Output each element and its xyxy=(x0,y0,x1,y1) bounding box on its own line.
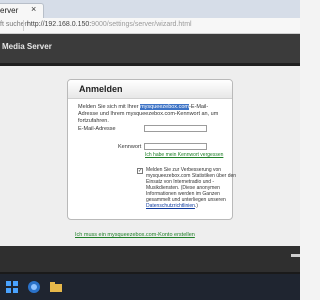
app-footer xyxy=(0,246,300,272)
footer-indicator xyxy=(291,254,300,257)
start-button-icon[interactable] xyxy=(4,279,20,295)
close-icon[interactable]: × xyxy=(31,4,36,14)
password-label: Kennwort xyxy=(118,144,142,150)
create-account-link[interactable]: Ich muss ein mysqueezebox.com-Konto erst… xyxy=(75,232,195,238)
address-bar-separator xyxy=(23,20,24,31)
browser-tab-title: erver xyxy=(0,6,19,15)
url-field[interactable]: http://192.168.0.150:9000/settings/serve… xyxy=(27,21,192,28)
browser-taskbar-icon[interactable] xyxy=(26,279,42,295)
password-field[interactable] xyxy=(144,143,207,150)
url-host: http://192.168.0.150: xyxy=(27,21,92,28)
consent-text: Melden Sie zur Verbesserung von mysqueez… xyxy=(146,167,238,209)
consent-checkbox[interactable]: ✓ xyxy=(137,168,143,174)
app-title: Media Server xyxy=(2,42,52,51)
consent-end: .) xyxy=(194,203,198,209)
intro-site-highlight: mysqueezebox.com xyxy=(140,104,189,110)
login-heading: Anmelden xyxy=(79,84,123,94)
intro-before: Melden Sie sich mit Ihrer xyxy=(78,104,141,110)
consent-body: Melden Sie zur Verbesserung von mysqueez… xyxy=(146,167,237,203)
search-box[interactable]: ft suchen xyxy=(0,21,28,28)
url-path: 9000/settings/server/wizard.html xyxy=(91,21,192,28)
login-intro-text: Melden Sie sich mit Ihrer mysqueezebox.c… xyxy=(78,104,228,125)
email-label: E-Mail-Adresse xyxy=(78,126,116,132)
forgot-password-link[interactable]: Ich habe mein Kennwort vergessen xyxy=(145,152,223,158)
folder-taskbar-icon[interactable] xyxy=(48,279,64,295)
browser-tab-bar xyxy=(0,0,300,18)
privacy-policy-link[interactable]: Datenschutzrichtlinien xyxy=(146,203,195,209)
taskbar xyxy=(0,274,300,300)
email-field[interactable] xyxy=(144,125,207,132)
